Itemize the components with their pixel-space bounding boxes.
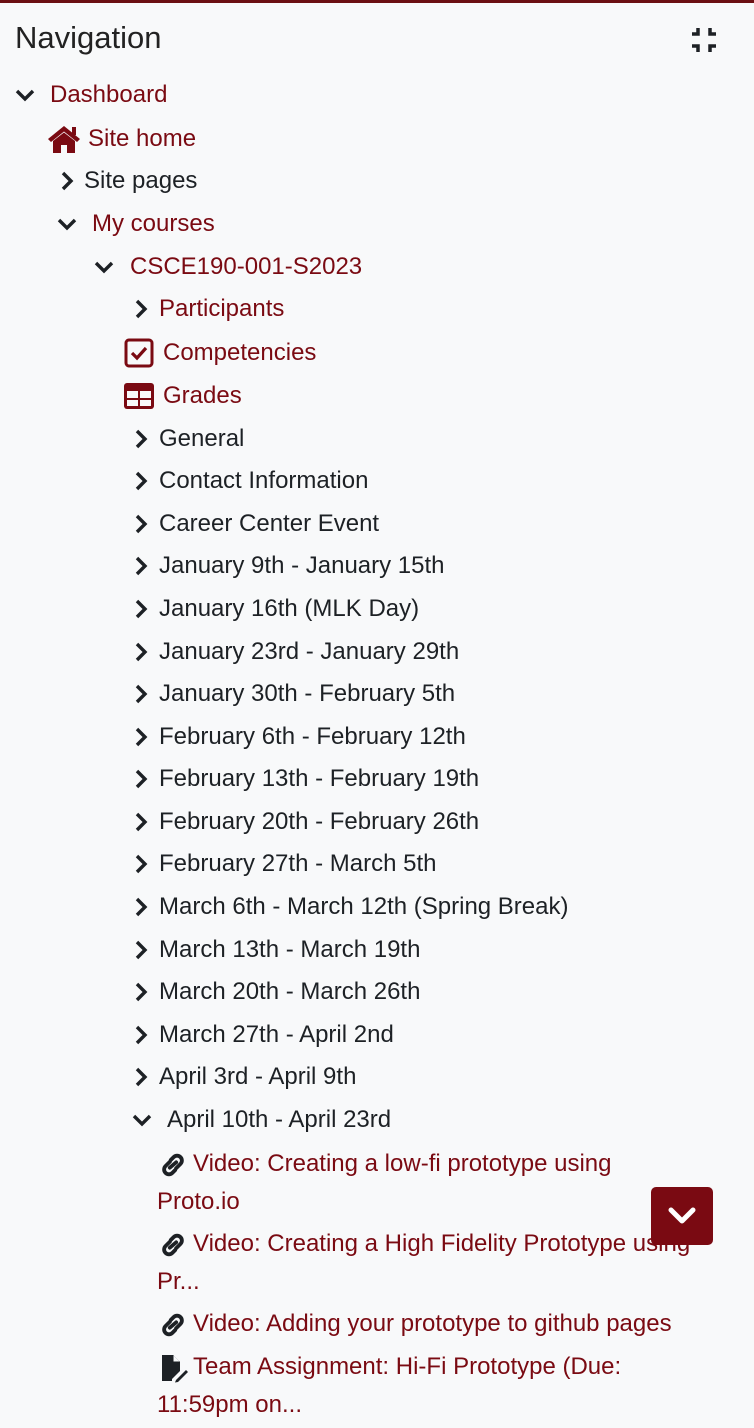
tree-item-section[interactable]: February 6th - February 12th [130, 717, 466, 757]
tree-item-site-home[interactable]: Site home [46, 119, 196, 159]
tree-item-course[interactable]: CSCE190-001-S2023 [93, 247, 362, 287]
dashboard-link[interactable]: Dashboard [50, 75, 167, 115]
chevron-right-icon [135, 299, 148, 319]
link-icon [162, 1233, 184, 1256]
tree-item-dashboard[interactable]: Dashboard [14, 75, 167, 115]
tree-item-section[interactable]: January 30th - February 5th [130, 674, 455, 714]
tree-item-section[interactable]: February 27th - March 5th [130, 844, 436, 884]
table-icon [124, 383, 154, 409]
activity-item[interactable]: Video: Creating a High Fidelity Prototyp… [157, 1225, 732, 1301]
chevron-right-icon [135, 812, 148, 832]
grades-link[interactable]: Grades [163, 376, 242, 416]
section-label: Career Center Event [159, 510, 380, 537]
tree-item-my-courses[interactable]: My courses [56, 204, 215, 244]
tree-item-section[interactable]: Contact Information [130, 461, 368, 501]
checkbox-icon [124, 338, 154, 368]
section-label: February 6th - February 12th [159, 723, 466, 750]
section-label: Contact Information [159, 467, 369, 494]
section-label: February 20th - February 26th [159, 808, 480, 835]
section-label: March 6th - March 12th (Spring Break) [159, 893, 569, 920]
chevron-right-icon [135, 897, 148, 917]
open-section-label: April 10th - April 23rd [167, 1106, 392, 1133]
tree-item-competencies[interactable]: Competencies [124, 333, 316, 373]
assignment-icon [162, 1354, 188, 1383]
tree-item-section[interactable]: Career Center Event [130, 504, 379, 544]
tree-item-open-section[interactable]: April 10th - April 23rd [131, 1100, 391, 1140]
tree-item-section[interactable]: March 6th - March 12th (Spring Break) [130, 887, 569, 927]
chevron-right-icon [135, 514, 148, 534]
tree-item-section[interactable]: April 3rd - April 9th [130, 1057, 356, 1097]
activity-item[interactable]: Video: Creating a low-fi prototype using… [157, 1145, 657, 1221]
activity-link[interactable]: Video: Creating a low-fi prototype using… [157, 1150, 611, 1215]
chevron-right-icon [61, 171, 74, 191]
section-label: February 13th - February 19th [159, 765, 480, 792]
tree-item-grades[interactable]: Grades [123, 376, 242, 416]
section-label: April 3rd - April 9th [159, 1063, 357, 1090]
tree-item-section[interactable]: January 9th - January 15th [130, 546, 445, 586]
section-label: January 30th - February 5th [159, 680, 456, 707]
section-label: February 27th - March 5th [159, 850, 437, 877]
section-label: January 16th (MLK Day) [159, 595, 420, 622]
tree-item-section[interactable]: General [130, 419, 244, 459]
link-icon [162, 1313, 184, 1336]
chevron-right-icon [135, 940, 148, 960]
collapse-icon[interactable] [688, 24, 720, 56]
tree-item-section[interactable]: March 20th - March 26th [130, 972, 420, 1012]
tree-item-site-pages[interactable]: Site pages [56, 161, 197, 201]
chevron-right-icon [135, 684, 148, 704]
course-link[interactable]: CSCE190-001-S2023 [130, 247, 362, 287]
tree-item-section[interactable]: January 16th (MLK Day) [130, 589, 419, 629]
tree-item-participants[interactable]: Participants [130, 289, 284, 329]
tree-item-section[interactable]: March 27th - April 2nd [130, 1015, 394, 1055]
chevron-right-icon [135, 429, 148, 449]
chevron-right-icon [135, 727, 148, 747]
activity-item[interactable]: Team Assignment: Hi-Fi Prototype (Due: 1… [157, 1348, 667, 1424]
tree-item-section[interactable]: January 23rd - January 29th [130, 632, 459, 672]
section-label: January 9th - January 15th [159, 552, 445, 579]
chevron-down-icon [132, 1114, 152, 1127]
tree-item-section[interactable]: February 20th - February 26th [130, 802, 479, 842]
site-home-link[interactable]: Site home [88, 119, 196, 159]
chevron-down-icon [15, 89, 35, 102]
chevron-down-icon [57, 218, 77, 231]
chevron-down-icon [94, 261, 114, 274]
tree-item-section[interactable]: March 13th - March 19th [130, 930, 420, 970]
my-courses-link[interactable]: My courses [92, 204, 215, 244]
chevron-right-icon [135, 556, 148, 576]
activity-link[interactable]: Video: Adding your prototype to github p… [193, 1310, 672, 1337]
site-pages-label: Site pages [84, 167, 198, 194]
chevron-right-icon [135, 982, 148, 1002]
link-icon [162, 1153, 184, 1176]
activity-link[interactable]: Video: Creating a High Fidelity Prototyp… [157, 1230, 690, 1295]
participants-link[interactable]: Participants [159, 289, 284, 329]
section-label: March 20th - March 26th [159, 978, 421, 1005]
section-label: January 23rd - January 29th [159, 638, 460, 665]
chevron-right-icon [135, 642, 148, 662]
competencies-link[interactable]: Competencies [163, 333, 316, 373]
chevron-right-icon [135, 854, 148, 874]
chevron-right-icon [135, 471, 148, 491]
section-label: March 13th - March 19th [159, 936, 421, 963]
chevron-right-icon [135, 769, 148, 789]
section-label: March 27th - April 2nd [159, 1021, 394, 1048]
activity-item[interactable]: Video: Adding your prototype to github p… [157, 1305, 747, 1343]
block-title: Navigation [15, 20, 162, 55]
chevron-down-icon [668, 1207, 696, 1224]
scroll-down-button[interactable] [651, 1187, 713, 1245]
chevron-right-icon [135, 1025, 148, 1045]
top-border [0, 0, 754, 3]
tree-item-section[interactable]: February 13th - February 19th [130, 759, 479, 799]
activity-link[interactable]: Team Assignment: Hi-Fi Prototype (Due: 1… [157, 1353, 621, 1418]
chevron-right-icon [135, 599, 148, 619]
home-icon [48, 126, 80, 153]
section-label: General [159, 425, 245, 452]
chevron-right-icon [135, 1067, 148, 1087]
